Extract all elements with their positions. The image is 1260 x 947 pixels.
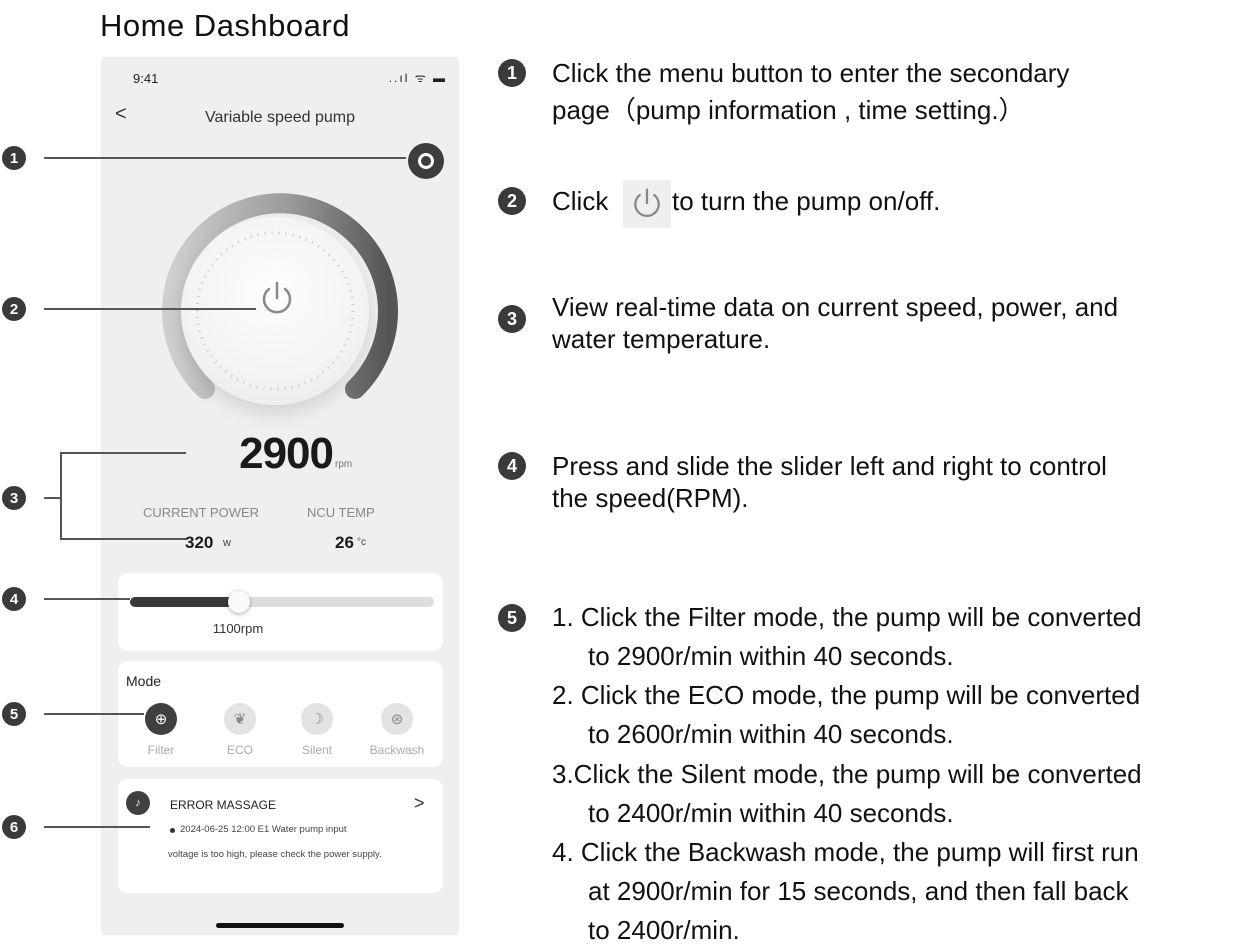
instruction-5-item-1-line-1: 1. Click the Filter mode, the pump will …: [552, 602, 1142, 632]
instruction-4-line-1: Press and slide the slider left and righ…: [552, 451, 1107, 481]
leaf-icon: ❦: [224, 703, 256, 735]
error-line-2: voltage is too high, please check the po…: [168, 849, 382, 860]
callout-line-6: [44, 826, 150, 828]
error-bullet: [170, 828, 175, 833]
status-bar-icons: ..ıl ᯤ ▬: [388, 71, 447, 85]
instruction-5-item-2-line-1: 2. Click the ECO mode, the pump will be …: [552, 680, 1141, 710]
mode-silent[interactable]: ☽ Silent: [284, 697, 352, 761]
mode-backwash[interactable]: ⊛ Backwash: [364, 697, 432, 761]
instruction-3-line-2: water temperature.: [552, 324, 771, 354]
instruction-number-4: 4: [498, 452, 526, 480]
ncu-temp-label: NCU TEMP: [307, 505, 375, 520]
filter-icon: ⊕: [145, 703, 177, 735]
callout-line-5: [44, 713, 144, 715]
instruction-5-item-4-line-1: 4. Click the Backwash mode, the pump wil…: [552, 837, 1139, 867]
instruction-2-text-a: Click: [552, 186, 609, 216]
instruction-3-line-1: View real-time data on current speed, po…: [552, 292, 1119, 322]
chevron-right-icon[interactable]: >: [414, 793, 425, 814]
speed-slider-label: 1100rpm: [212, 621, 264, 636]
callout-number-1: 1: [2, 146, 26, 170]
mode-title: Mode: [126, 673, 162, 689]
speed-slider-fill: [130, 597, 239, 607]
mode-card: Mode ⊕ Filter ❦ ECO ☽ Silent ⊛ Backwash: [118, 661, 443, 767]
instruction-1-line-2: page（pump information , time setting.）: [552, 95, 1025, 125]
instruction-5-item-1-line-2: to 2900r/min within 40 seconds.: [588, 641, 954, 671]
ncu-temp-unit: °c: [357, 537, 366, 548]
callout-number-5: 5: [2, 702, 26, 726]
current-power-value: 320: [185, 533, 214, 552]
error-title: ERROR MASSAGE: [170, 798, 277, 812]
ncu-temp-value: 26: [335, 533, 354, 552]
mode-label-filter: Filter: [147, 743, 175, 757]
callout-number-2: 2: [2, 297, 26, 321]
power-icon[interactable]: [257, 279, 297, 319]
callout-number-6: 6: [2, 815, 26, 839]
mode-eco[interactable]: ❦ ECO: [207, 697, 275, 761]
speed-slider-card: 1100rpm: [118, 573, 443, 651]
current-power-unit: w: [223, 537, 231, 549]
instruction-5-item-3-line-2: to 2400r/min within 40 seconds.: [588, 798, 954, 828]
home-indicator[interactable]: [216, 923, 344, 928]
screen-title: Variable speed pump: [204, 109, 356, 126]
menu-icon: [418, 153, 434, 169]
instruction-4-line-2: the speed(RPM).: [552, 483, 749, 513]
page-title: Home Dashboard: [100, 8, 350, 43]
status-time: 9:41: [133, 71, 159, 86]
rpm-unit: rpm: [335, 459, 353, 470]
callout-line-2: [44, 308, 256, 310]
mode-label-eco: ECO: [226, 743, 253, 757]
instruction-5-item-4-line-2: at 2900r/min for 15 seconds, and then fa…: [588, 876, 1129, 906]
menu-button[interactable]: [408, 143, 444, 179]
instruction-number-3: 3: [498, 305, 526, 333]
instruction-5-item-3-line-1: 3.Click the Silent mode, the pump will b…: [552, 759, 1142, 789]
backwash-icon: ⊛: [381, 703, 413, 735]
instruction-number-1: 1: [498, 59, 526, 87]
power-icon: [634, 188, 660, 217]
mode-label-backwash: Backwash: [369, 743, 425, 757]
callout-line-1: [44, 157, 406, 159]
bell-icon: ♪: [126, 791, 150, 815]
callout-bracket-3: [60, 452, 186, 540]
power-icon-inline: [623, 180, 671, 228]
callout-line-3: [44, 497, 60, 499]
instruction-1-line-1: Click the menu button to enter the secon…: [552, 58, 1070, 88]
mode-label-silent: Silent: [301, 743, 333, 757]
callout-number-3: 3: [2, 486, 26, 510]
callout-line-4: [44, 598, 130, 600]
rpm-value: 2900: [239, 429, 334, 478]
callout-number-4: 4: [2, 587, 26, 611]
instruction-5-item-2-line-2: to 2600r/min within 40 seconds.: [588, 719, 954, 749]
instruction-number-2: 2: [498, 187, 526, 215]
moon-icon: ☽: [301, 703, 333, 735]
mode-filter[interactable]: ⊕ Filter: [128, 697, 196, 761]
instruction-number-5: 5: [498, 604, 526, 632]
error-message-card[interactable]: ♪ ERROR MASSAGE > 2024-06-25 12:00 E1 Wa…: [118, 779, 443, 893]
instruction-2-text-b: to turn the pump on/off.: [672, 186, 941, 216]
speed-slider-thumb[interactable]: [228, 591, 250, 613]
error-line-1: 2024-06-25 12:00 E1 Water pump input: [180, 824, 347, 835]
